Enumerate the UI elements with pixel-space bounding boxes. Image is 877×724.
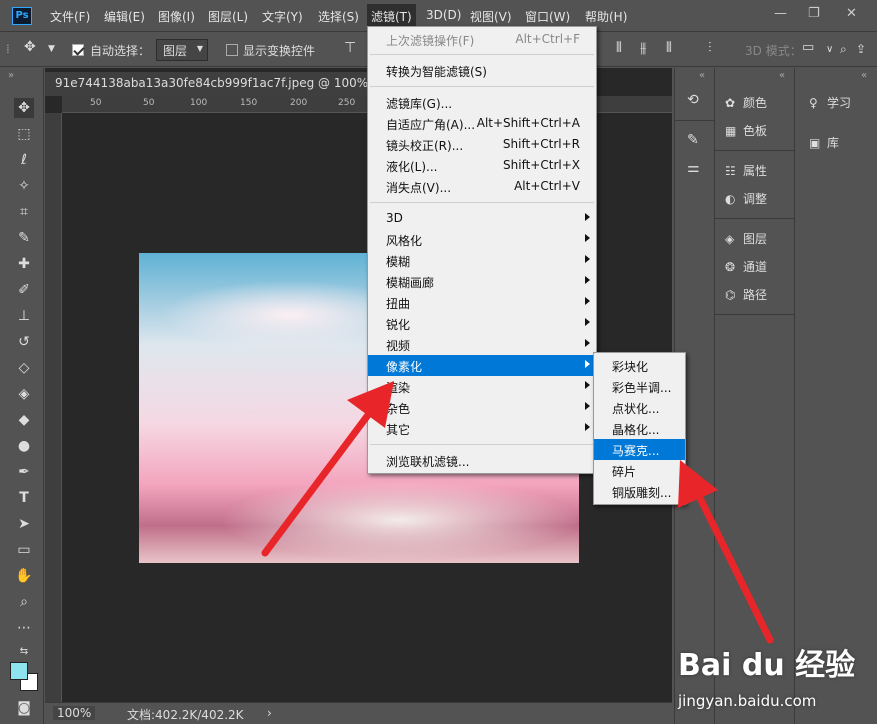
baidu-watermark: Bai du 经验 jingyan.baidu.com [672, 630, 877, 724]
annotation-arrows [261, 381, 774, 644]
red-arrow-left [261, 381, 394, 557]
red-arrow-right [678, 460, 774, 644]
watermark-brand: Bai du 经验 [678, 648, 856, 683]
watermark-url: jingyan.baidu.com [678, 692, 817, 710]
